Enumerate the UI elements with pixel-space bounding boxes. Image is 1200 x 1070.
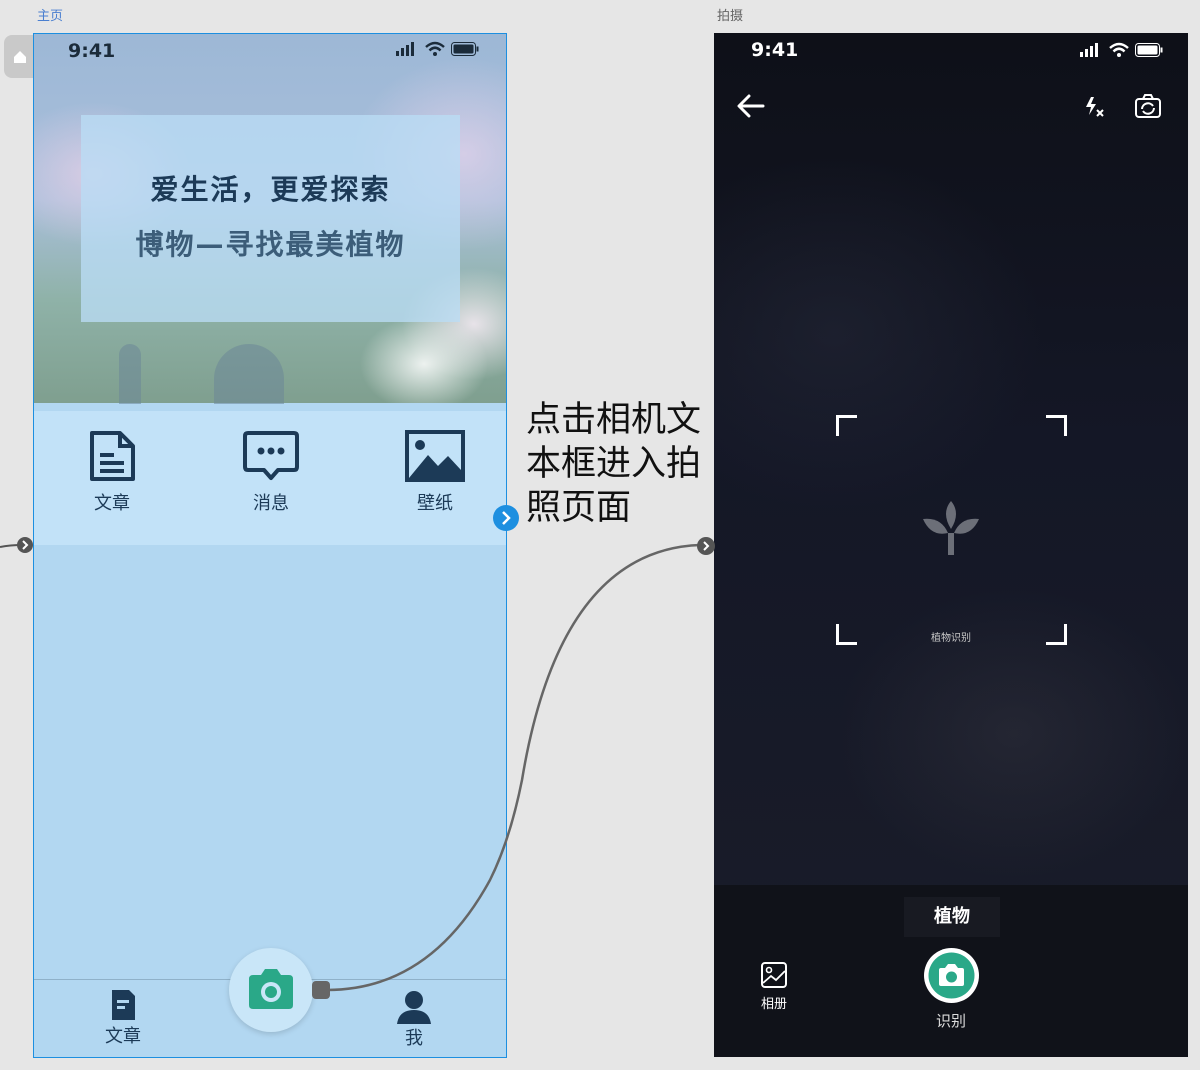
camera-screen: 9:41 植物识别 植物 相册 识别 bbox=[714, 33, 1188, 1057]
wifi-icon bbox=[1109, 42, 1129, 57]
viewfinder-corner bbox=[1046, 624, 1067, 645]
switch-camera-icon[interactable] bbox=[1134, 93, 1162, 119]
viewfinder-corner bbox=[836, 624, 857, 645]
back-arrow-icon[interactable] bbox=[736, 93, 766, 119]
viewfinder-corner bbox=[836, 415, 857, 436]
album-icon bbox=[761, 962, 787, 988]
flow-annotation: 点击相机文 本框进入拍 照页面 bbox=[526, 398, 716, 530]
shutter-button[interactable] bbox=[924, 948, 979, 1003]
viewfinder-corner bbox=[1046, 415, 1067, 436]
connector-arrow-icon bbox=[697, 537, 715, 555]
shutter-label: 识别 bbox=[935, 1012, 966, 1030]
signal-icon bbox=[1080, 43, 1098, 57]
viewfinder-caption: 植物识别 bbox=[931, 633, 971, 644]
battery-icon bbox=[1135, 43, 1163, 57]
annotation-line-3: 照页面 bbox=[526, 488, 632, 528]
album-button[interactable]: 相册 bbox=[754, 961, 794, 1012]
plant-icon bbox=[923, 501, 979, 555]
camera-icon bbox=[928, 952, 975, 999]
mode-plant-tab[interactable]: 植物 bbox=[904, 897, 1000, 937]
annotation-line-2: 本框进入拍 bbox=[526, 444, 702, 484]
camera-controls: 植物 相册 识别 bbox=[714, 885, 1188, 1057]
annotation-line-1: 点击相机文 bbox=[526, 400, 702, 440]
status-time: 9:41 bbox=[751, 39, 799, 61]
album-label: 相册 bbox=[760, 997, 787, 1012]
flash-off-icon[interactable] bbox=[1082, 95, 1106, 119]
